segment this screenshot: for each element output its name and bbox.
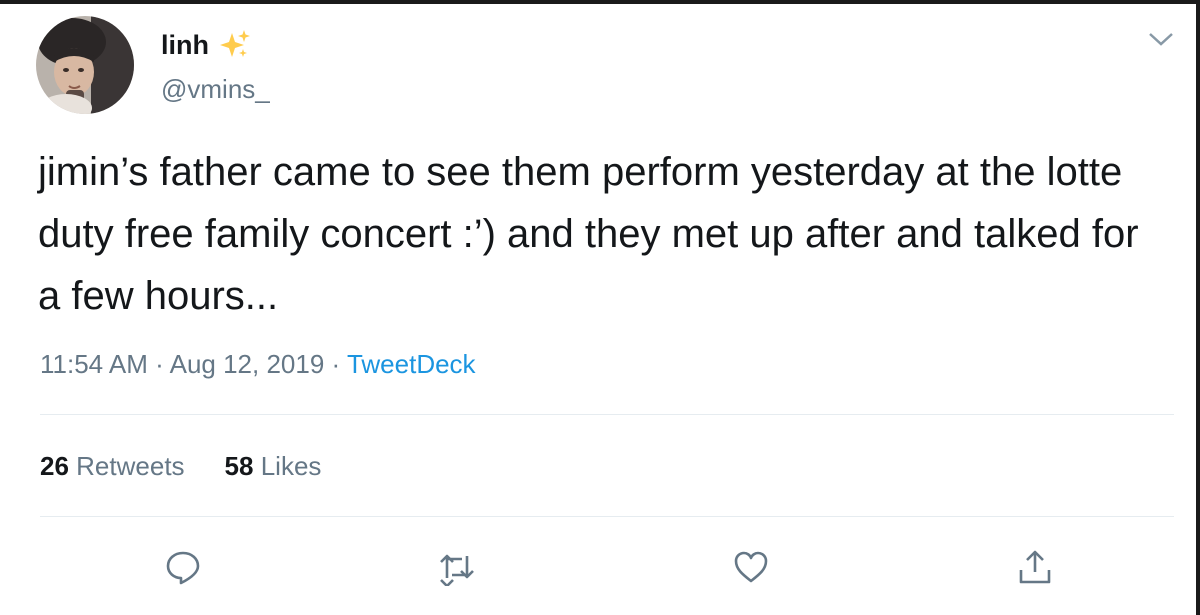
chevron-down-icon[interactable] [1146, 29, 1176, 49]
retweets-label: Retweets [76, 451, 185, 481]
reply-button[interactable] [164, 548, 202, 586]
avatar[interactable] [36, 16, 134, 114]
author-handle[interactable]: @vmins_ [161, 74, 270, 105]
share-icon [1019, 550, 1051, 584]
display-name[interactable]: linh [161, 30, 209, 61]
author-name-row[interactable]: linh [161, 29, 251, 61]
divider [40, 516, 1174, 517]
retweets-count: 26 [40, 451, 69, 481]
meta-separator: · [147, 349, 170, 379]
likes-stat[interactable]: 58 Likes [225, 451, 322, 482]
tweet-stats: 26 Retweets 58 Likes [40, 451, 321, 482]
like-button[interactable] [732, 548, 770, 586]
tweet-date[interactable]: Aug 12, 2019 [170, 349, 325, 379]
share-button[interactable] [1016, 548, 1054, 586]
tweet-text: jimin’s father came to see them perform … [38, 150, 1139, 318]
tweet-meta: 11:54 AM · Aug 12, 2019 · TweetDeck [40, 349, 476, 380]
avatar-image [36, 16, 134, 114]
likes-label: Likes [260, 451, 322, 481]
meta-separator: · [324, 349, 347, 379]
retweets-stat[interactable]: 26 Retweets [40, 451, 185, 482]
retweet-icon [440, 554, 474, 586]
tweet-card: linh @vmins_ jimin’s father came to see … [0, 0, 1200, 615]
likes-count: 58 [224, 451, 254, 481]
like-icon [734, 551, 768, 583]
sparkles-icon [220, 30, 250, 57]
tweet-time[interactable]: 11:54 AM [40, 349, 148, 379]
retweet-button[interactable] [438, 548, 476, 586]
divider [40, 414, 1174, 415]
reply-icon [166, 551, 200, 585]
tweet-source[interactable]: TweetDeck [347, 349, 476, 379]
